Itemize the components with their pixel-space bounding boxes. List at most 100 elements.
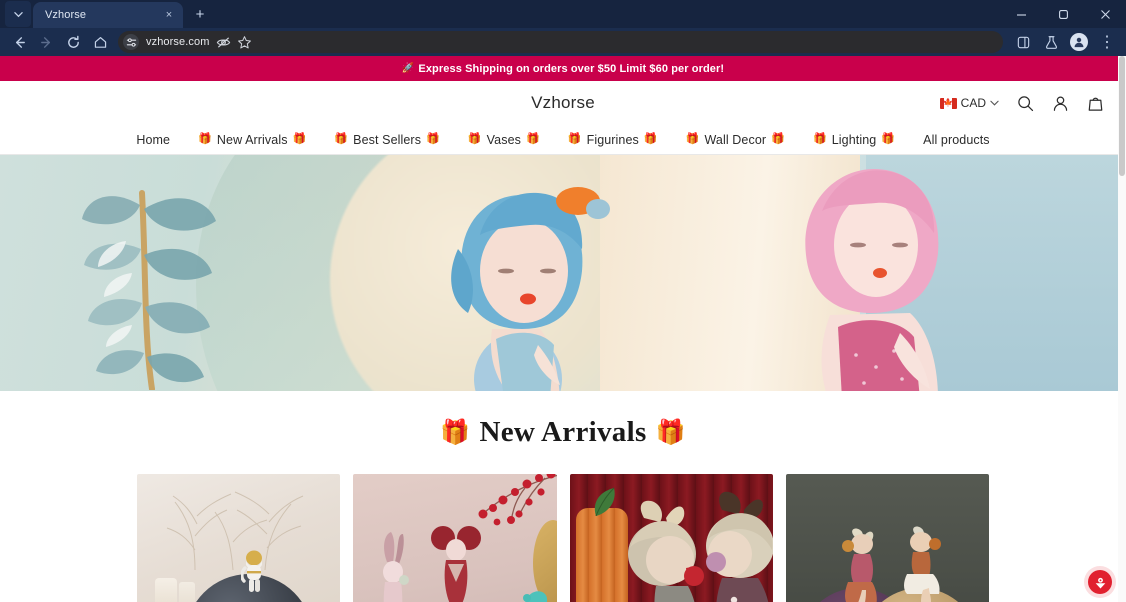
address-bar[interactable]: vzhorse.com [118,31,1003,53]
hero-plant-illustration [82,190,216,390]
home-button[interactable] [87,30,113,54]
nav-item-home[interactable]: Home [122,133,184,147]
site-header: Vzhorse 🍁 CAD [0,81,1126,125]
nav-item-lighting[interactable]: 🎁 Lighting 🎁 [799,133,909,147]
tune-icon [126,37,136,47]
header-actions: 🍁 CAD [939,95,1104,112]
gift-icon: 🎁 [643,133,658,145]
nav-item-all-products[interactable]: All products [909,133,1004,147]
tab-search-button[interactable] [5,1,31,27]
search-icon[interactable] [1017,95,1034,112]
reload-button[interactable] [60,30,86,54]
back-button[interactable] [6,30,32,54]
window-close-button[interactable] [1084,0,1126,28]
nav-item-new-arrivals[interactable]: 🎁 New Arrivals 🎁 [184,133,320,147]
vase-short [179,582,195,602]
split-view-button[interactable] [1010,30,1036,54]
tab-strip: Vzhorse × + [0,0,1126,28]
vase-tall [155,578,177,602]
teal-figurine [522,591,547,602]
minimize-icon [1016,13,1026,16]
nav-label: Lighting [831,132,877,147]
hero-banner[interactable] [0,155,1126,391]
section-title-text: New Arrivals [479,416,647,448]
omnibox-actions [216,35,254,50]
nav-label: Vases [486,132,521,147]
nav-item-vases[interactable]: 🎁 Vases 🎁 [454,133,554,147]
site-settings-icon[interactable] [123,34,139,50]
home-icon [94,36,106,48]
chat-widget-button[interactable] [1088,570,1112,594]
widget-icon [1095,577,1105,588]
chevron-down-icon [13,11,23,17]
nav-label: Best Sellers [353,132,422,147]
rabbit-figurine [383,532,410,602]
gift-icon: 🎁 [467,133,482,145]
account-icon[interactable] [1052,95,1069,112]
section-title-new-arrivals: 🎁 New Arrivals 🎁 [0,416,1126,449]
back-arrow-icon [15,36,25,48]
toolbar-right-actions: ⋮ [1010,30,1120,54]
close-icon [1100,9,1110,19]
scrollbar-thumb[interactable] [1119,56,1125,176]
chevron-down-icon [990,99,999,108]
web-page: 🚀 Express Shipping on orders over $50 Li… [0,56,1126,602]
nav-label: Figurines [586,132,639,147]
mouse-ears-figurine [431,526,482,602]
browser-tab[interactable]: Vzhorse × [33,2,183,28]
page-scrollbar[interactable] [1118,56,1126,602]
url-text: vzhorse.com [146,36,210,48]
tab-close-icon[interactable]: × [161,7,177,23]
seated-figurine-left [841,528,877,602]
reload-icon [67,35,79,48]
window-minimize-button[interactable] [1000,0,1042,28]
nav-label: All products [923,132,990,147]
gift-icon: 🎁 [655,419,686,446]
new-tab-button[interactable]: + [187,1,213,27]
announcement-text: Express Shipping on orders over $50 Limi… [418,62,725,75]
product-card[interactable] [785,474,989,602]
nav-label: Home [136,132,171,147]
currency-selector[interactable]: 🍁 CAD [939,96,999,110]
orange-vase [575,508,628,602]
nav-label: New Arrivals [216,132,288,147]
product-card[interactable] [353,474,557,602]
nav-item-wall-decor[interactable]: 🎁 Wall Decor 🎁 [672,133,799,147]
profile-button[interactable] [1066,30,1092,54]
gift-icon: 🎁 [685,133,700,145]
window-maximize-button[interactable] [1042,0,1084,28]
bookmark-star-icon[interactable] [237,35,252,50]
browser-toolbar: vzhorse.com ⋮ [0,28,1126,56]
seated-figurine-right [904,526,941,602]
forward-arrow-icon [40,36,50,48]
green-leaf [594,487,615,516]
product-card[interactable] [137,474,341,602]
nav-item-figurines[interactable]: 🎁 Figurines 🎁 [554,133,672,147]
flask-icon [1045,35,1057,49]
gift-icon: 🎁 [440,419,471,446]
rocket-icon: 🚀 [401,63,415,74]
gift-icon: 🎁 [292,133,307,145]
cart-icon[interactable] [1087,95,1104,112]
main-navigation: Home 🎁 New Arrivals 🎁 🎁 Best Sellers 🎁 🎁… [0,125,1126,155]
split-view-icon [1017,36,1029,48]
gift-icon: 🎁 [334,133,349,145]
canada-flag-icon: 🍁 [939,97,957,109]
forward-button[interactable] [33,30,59,54]
gift-icon: 🎁 [881,133,896,145]
hero-figurine-pink [805,169,939,391]
dried-branch-illustration [166,491,304,570]
product-grid [0,474,1126,602]
gift-icon: 🎁 [426,133,440,145]
tracking-protection-icon[interactable] [216,35,231,50]
nav-item-best-sellers[interactable]: 🎁 Best Sellers 🎁 [320,133,454,147]
astronaut-figurine [241,550,262,592]
gift-icon: 🎁 [567,133,582,145]
browser-menu-button[interactable]: ⋮ [1094,30,1120,54]
labs-button[interactable] [1038,30,1064,54]
browser-window: Vzhorse × + vzhorse.com ⋮ 🚀 Express Ship… [0,0,1126,602]
product-card[interactable] [569,474,773,602]
announcement-bar: 🚀 Express Shipping on orders over $50 Li… [0,56,1126,81]
gift-icon: 🎁 [198,133,212,145]
gift-icon: 🎁 [771,133,785,145]
